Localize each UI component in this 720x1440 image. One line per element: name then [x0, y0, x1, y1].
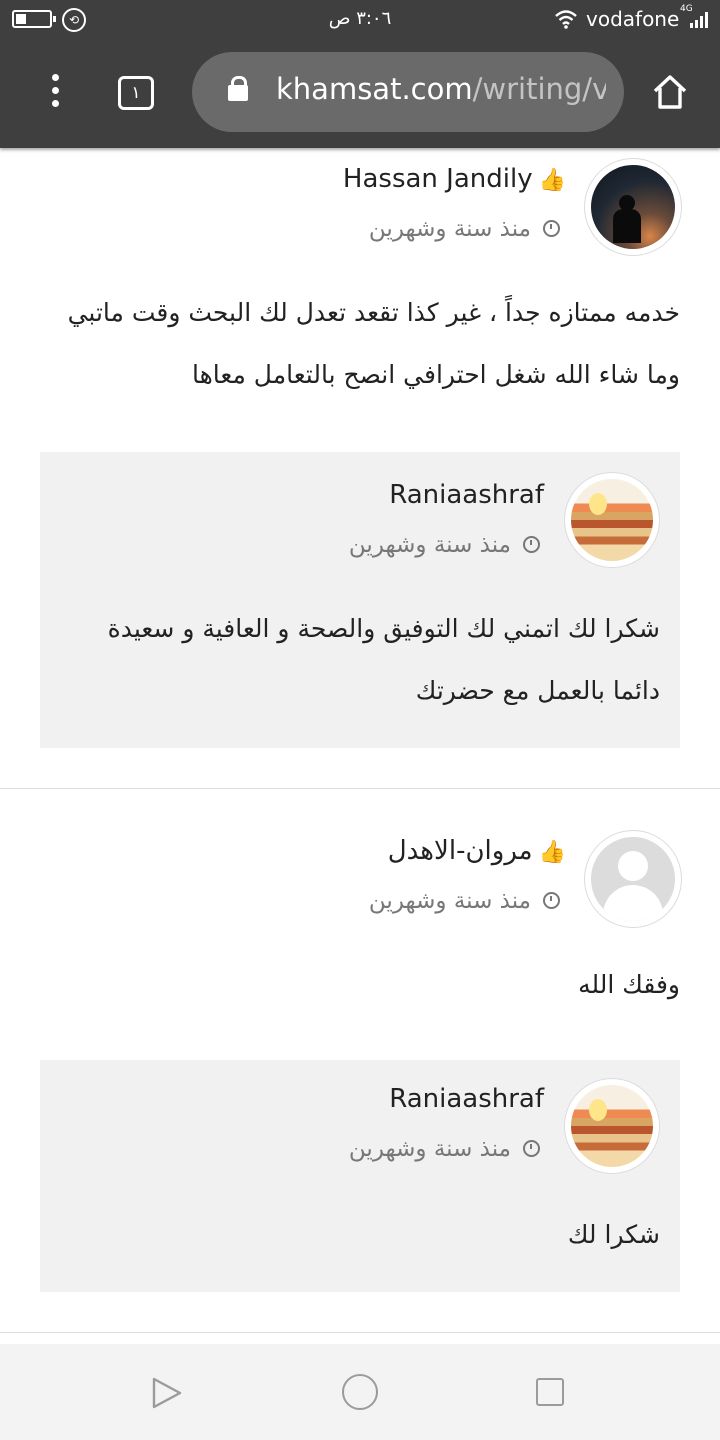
seller-reply: Raniaashraf منذ سنة وشهرين شكرا لك [40, 1060, 680, 1292]
reply-time: منذ سنة وشهرين [349, 532, 540, 558]
lock-icon[interactable] [228, 76, 248, 101]
avatar[interactable] [584, 830, 682, 928]
recent-apps-icon[interactable] [536, 1378, 564, 1406]
status-time: ٣:٠٦ ص [328, 8, 392, 29]
review-text: خدمه ممتازه جداً ، غير كذا تقعد تعدل لك … [67, 298, 680, 389]
url-text[interactable]: khamsat.com/writing/v [276, 72, 606, 106]
clock-icon [523, 1140, 540, 1157]
carrier-name: vodafone [586, 7, 680, 31]
home-icon[interactable] [650, 72, 690, 112]
review-text: وفقك الله [578, 970, 680, 999]
reply-text: شكرا لك اتمني لك التوفيق والصحة و العافي… [107, 614, 660, 705]
thumbs-up-icon: 👍 [538, 840, 566, 865]
avatar[interactable] [564, 472, 660, 568]
review-time: منذ سنة وشهرين [369, 216, 560, 242]
clock-icon [543, 220, 560, 237]
browser-toolbar: ١ khamsat.com/writing/v [0, 38, 720, 148]
wifi-icon [555, 10, 577, 29]
status-bar: ⟲ ٣:٠٦ ص vodafone 4G [0, 0, 720, 38]
menu-dots-icon[interactable] [40, 74, 70, 114]
tab-switcher-button[interactable]: ١ [118, 76, 154, 110]
system-nav-bar [0, 1344, 720, 1440]
reply-author[interactable]: Raniaashraf [389, 480, 544, 510]
clock-icon [543, 892, 560, 909]
back-icon[interactable] [150, 1376, 184, 1410]
divider [0, 1332, 720, 1333]
seller-reply: Raniaashraf منذ سنة وشهرين شكرا لك اتمني… [40, 452, 680, 748]
avatar[interactable] [584, 158, 682, 256]
signal-icon [690, 12, 710, 28]
review-author[interactable]: مروان-الاهدل 👍 [388, 836, 566, 866]
review-author[interactable]: Hassan Jandily 👍 [343, 164, 566, 194]
url-bar[interactable]: khamsat.com/writing/v [192, 52, 624, 132]
review-time: منذ سنة وشهرين [369, 888, 560, 914]
url-path: /writing/v [472, 72, 606, 106]
thumbs-up-icon: 👍 [538, 168, 566, 193]
reply-text: شكرا لك [567, 1220, 660, 1249]
clock-icon [523, 536, 540, 553]
home-button-icon[interactable] [342, 1374, 378, 1410]
avatar[interactable] [564, 1078, 660, 1174]
battery-icon [12, 10, 56, 28]
url-domain: khamsat.com [276, 72, 473, 106]
rotation-lock-icon: ⟲ [62, 8, 86, 32]
reply-author[interactable]: Raniaashraf [389, 1084, 544, 1114]
reply-time: منذ سنة وشهرين [349, 1136, 540, 1162]
divider [0, 788, 720, 789]
